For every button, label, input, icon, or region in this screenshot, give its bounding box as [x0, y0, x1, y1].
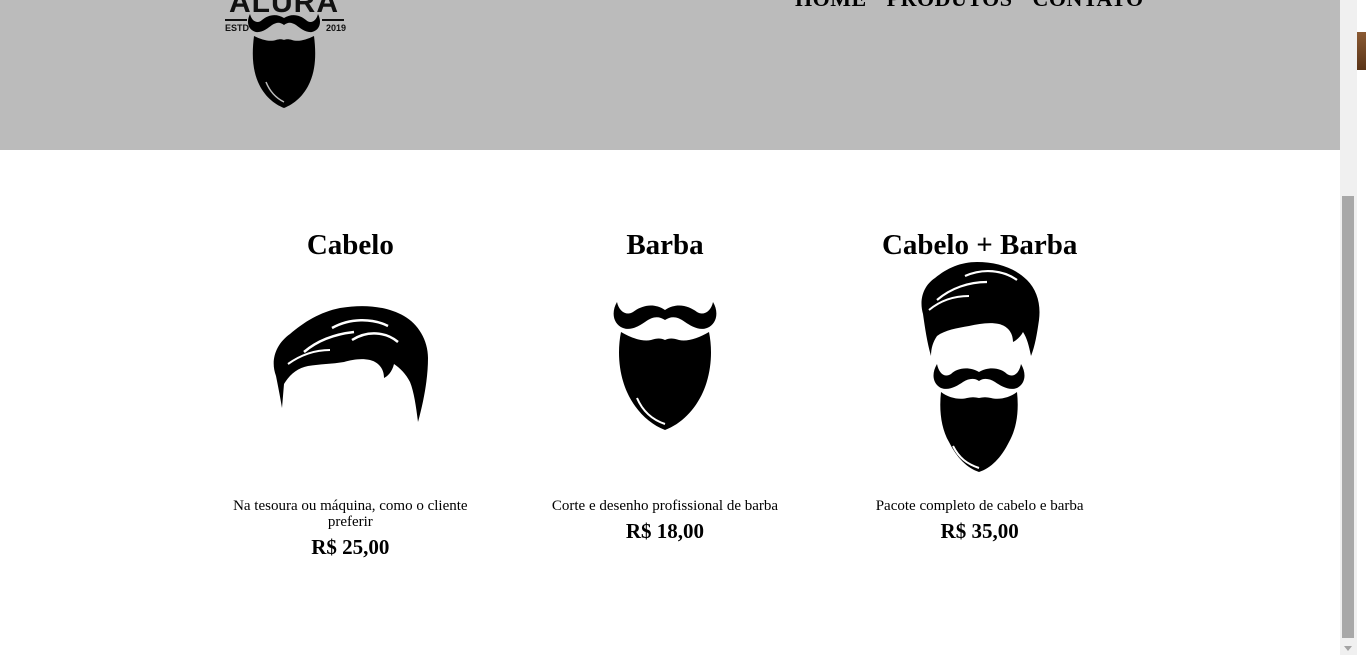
site-header: ALURA ESTD 2019 HOME PRODUTOS CONTATO: [0, 0, 1340, 150]
scrollbar-thumb[interactable]: [1342, 196, 1354, 638]
vertical-scrollbar[interactable]: [1340, 0, 1357, 655]
product-price: R$ 35,00: [940, 519, 1019, 543]
product-image: [193, 262, 508, 502]
logo-beard-icon: [248, 14, 320, 108]
adjacent-window-edge: [1357, 0, 1366, 655]
product-card-cabelo: Cabelo Na tesoura ou máquina, como o cli…: [193, 150, 508, 559]
product-image: [508, 262, 823, 502]
beard-icon: [613, 302, 717, 430]
product-title: Cabelo: [306, 229, 394, 261]
nav-item-contato: CONTATO: [1033, 0, 1144, 12]
hair-icon: [274, 306, 429, 422]
alura-barbearia-logo[interactable]: ALURA ESTD 2019: [222, 0, 350, 110]
product-price: R$ 25,00: [311, 535, 390, 559]
scroll-down-arrow-icon[interactable]: [1344, 646, 1352, 651]
page: ALURA ESTD 2019 HOME PRODUTOS CONTATO Ca…: [0, 0, 1340, 655]
product-card-cabelo-barba: Cabelo + Barba Pacote completo de cabelo…: [822, 150, 1137, 559]
logo-year-text: 2019: [326, 23, 347, 33]
product-title: Barba: [626, 229, 704, 261]
hair-and-beard-icon: [921, 262, 1040, 472]
nav-item-produtos: PRODUTOS: [887, 0, 1013, 12]
main-nav: HOME PRODUTOS CONTATO: [795, 0, 1144, 12]
product-price: R$ 18,00: [625, 519, 705, 543]
adjacent-window-image-edge: [1357, 32, 1366, 70]
product-image: [822, 262, 1137, 502]
logo-divider-right: [322, 19, 344, 21]
nav-link-contato[interactable]: CONTATO: [1033, 0, 1144, 12]
products-list: Cabelo Na tesoura ou máquina, como o cli…: [193, 150, 1137, 559]
nav-item-home: HOME: [795, 0, 867, 12]
nav-link-home[interactable]: HOME: [795, 0, 867, 12]
product-card-barba: Barba Corte e desenho profissional de ba…: [508, 150, 823, 559]
product-title: Cabelo + Barba: [881, 229, 1078, 261]
nav-link-produtos[interactable]: PRODUTOS: [887, 0, 1013, 12]
product-description: Na tesoura ou máquina, como o cliente pr…: [233, 498, 468, 530]
